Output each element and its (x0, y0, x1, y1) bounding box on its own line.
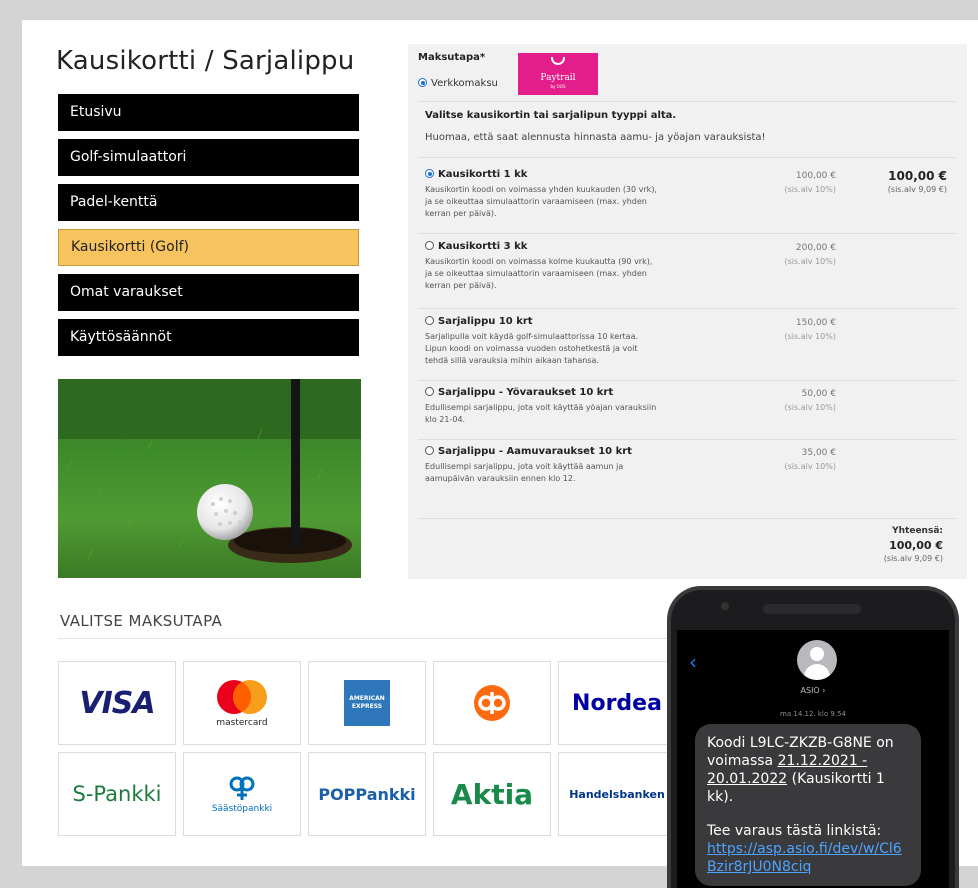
nav-item-kausikortti-golf[interactable]: Kausikortti (Golf) (58, 229, 359, 266)
divider (418, 157, 957, 158)
order-panel: Maksutapa* Verkkomaksu Paytrail by OOS V… (408, 44, 967, 579)
visa-logo: VISA (79, 685, 155, 721)
bank-visa[interactable]: VISA (58, 661, 176, 745)
payment-method-label: Maksutapa* (418, 52, 486, 63)
back-chevron-icon[interactable]: ‹ (689, 650, 697, 674)
page-title: Kausikortti / Sarjalippu (56, 46, 355, 76)
saastopankki-logo-icon (229, 776, 255, 800)
product-kausikortti-3kk: Kausikortti 3 kk Kausikortin koodi on vo… (425, 241, 836, 290)
handelsbanken-logo: Handelsbanken (569, 787, 665, 801)
sms-message-bubble: Koodi L9LC-ZKZB-G8NE on voimassa 21.12.2… (695, 724, 921, 886)
mastercard-icon (217, 680, 267, 714)
main-navigation: Etusivu Golf-simulaattori Padel-kenttä K… (58, 94, 359, 364)
divider (418, 101, 957, 102)
product-kausikortti-1kk: Kausikortti 1 kk Kausikortin koodi on vo… (425, 169, 947, 218)
divider (418, 439, 957, 440)
divider (418, 233, 957, 234)
sms-link-intro: Tee varaus tästä linkistä: (707, 823, 882, 839)
bank-mastercard[interactable]: mastercard (183, 661, 301, 745)
product-intro-title: Valitse kausikortin tai sarjalipun tyypp… (425, 110, 677, 121)
op-logo-icon (474, 685, 510, 721)
sms-booking-link[interactable]: https://asp.asio.fi/dev/w/Cl6Bzir8rJU0N8… (707, 840, 909, 876)
divider (58, 638, 678, 639)
bank-pop-pankki[interactable]: POPPankki (308, 752, 426, 836)
amex-logo: AMERICAN EXPRESS (344, 680, 390, 726)
aktia-logo: Aktia (450, 777, 534, 811)
radio-selected-icon[interactable] (418, 78, 427, 87)
product-sarjalippu-aamuvaraukset: Sarjalippu - Aamuvaraukset 10 krt Edulli… (425, 446, 836, 483)
radio-icon[interactable] (425, 241, 434, 250)
bank-nordea[interactable]: Nordea (558, 661, 676, 745)
product-description: Edullisempi sarjalippu, jota voit käyttä… (425, 403, 657, 424)
saastopankki-label: Säästöpankki (211, 803, 273, 814)
phone-mockup: ‹ ASIO › ma 14.12. klo 9.54 Koodi L9LC-Z… (667, 586, 959, 888)
s-pankki-logo: S-Pankki (72, 782, 162, 806)
contact-avatar (797, 640, 837, 680)
bank-aktia[interactable]: Aktia (433, 752, 551, 836)
nav-item-golf-simulaattori[interactable]: Golf-simulaattori (58, 139, 359, 176)
golf-ball-image (58, 379, 361, 578)
bank-handelsbanken[interactable]: Handelsbanken (558, 752, 676, 836)
nav-item-padel-kentta[interactable]: Padel-kenttä (58, 184, 359, 221)
divider (418, 518, 957, 519)
product-price: 35,00 € (sis.alv 10%) (784, 448, 836, 471)
product-description: Sarjalipulla voit käydä golf-simulaattor… (425, 332, 639, 365)
nav-item-etusivu[interactable]: Etusivu (58, 94, 359, 131)
divider (418, 380, 957, 381)
radio-icon[interactable] (425, 446, 434, 455)
mastercard-label: mastercard (216, 718, 268, 728)
nordea-logo: Nordea (572, 690, 662, 716)
sms-contact-name[interactable]: ASIO › (677, 686, 949, 695)
product-description: Edullisempi sarjalippu, jota voit käyttä… (425, 462, 624, 483)
total-label: Yhteensä: (892, 526, 943, 536)
product-intro-note: Huomaa, että saat alennusta hinnasta aam… (425, 132, 766, 143)
total-amount: 100,00 € (889, 539, 943, 552)
payment-section-title: VALITSE MAKSUTAPA (60, 612, 223, 630)
bank-s-pankki[interactable]: S-Pankki (58, 752, 176, 836)
bank-american-express[interactable]: AMERICAN EXPRESS (308, 661, 426, 745)
product-price: 50,00 € (sis.alv 10%) (784, 389, 836, 412)
product-price: 150,00 € (sis.alv 10%) (784, 318, 836, 341)
product-sarjalippu-10krt: Sarjalippu 10 krt Sarjalipulla voit käyd… (425, 316, 836, 365)
sms-timestamp: ma 14.12. klo 9.54 (780, 710, 846, 718)
pop-pankki-logo: POPPankki (318, 784, 416, 804)
product-description: Kausikortin koodi on voimassa yhden kuuk… (425, 185, 657, 218)
product-description: Kausikortin koodi on voimassa kolme kuuk… (425, 257, 653, 290)
product-sarjalippu-yovaraukset: Sarjalippu - Yövaraukset 10 krt Edullise… (425, 387, 836, 424)
sms-screen: ‹ ASIO › ma 14.12. klo 9.54 Koodi L9LC-Z… (677, 630, 949, 888)
nav-item-kayttosaannot[interactable]: Käyttösäännöt (58, 319, 359, 356)
payment-option-verkkomaksu[interactable]: Verkkomaksu (418, 78, 498, 89)
product-price: 100,00 € (sis.alv 10%) (784, 171, 836, 194)
paytrail-logo: Paytrail by OOS (518, 53, 598, 95)
phone-camera (721, 602, 729, 610)
nav-item-omat-varaukset[interactable]: Omat varaukset (58, 274, 359, 311)
bank-saastopankki[interactable]: Säästöpankki (183, 752, 301, 836)
golf-ball-illustration (58, 379, 361, 563)
order-total: Yhteensä: 100,00 € (sis.alv 9,09 €) (884, 526, 943, 563)
selected-product-price: 100,00 € (sis.alv 9,09 €) (887, 169, 947, 194)
phone-speaker (763, 604, 861, 614)
divider (418, 308, 957, 309)
total-vat: (sis.alv 9,09 €) (883, 554, 943, 563)
radio-selected-icon[interactable] (425, 169, 434, 178)
bank-op[interactable] (433, 661, 551, 745)
radio-icon[interactable] (425, 316, 434, 325)
paytrail-smile-icon (551, 57, 565, 65)
radio-icon[interactable] (425, 387, 434, 396)
product-price: 200,00 € (sis.alv 10%) (784, 243, 836, 266)
